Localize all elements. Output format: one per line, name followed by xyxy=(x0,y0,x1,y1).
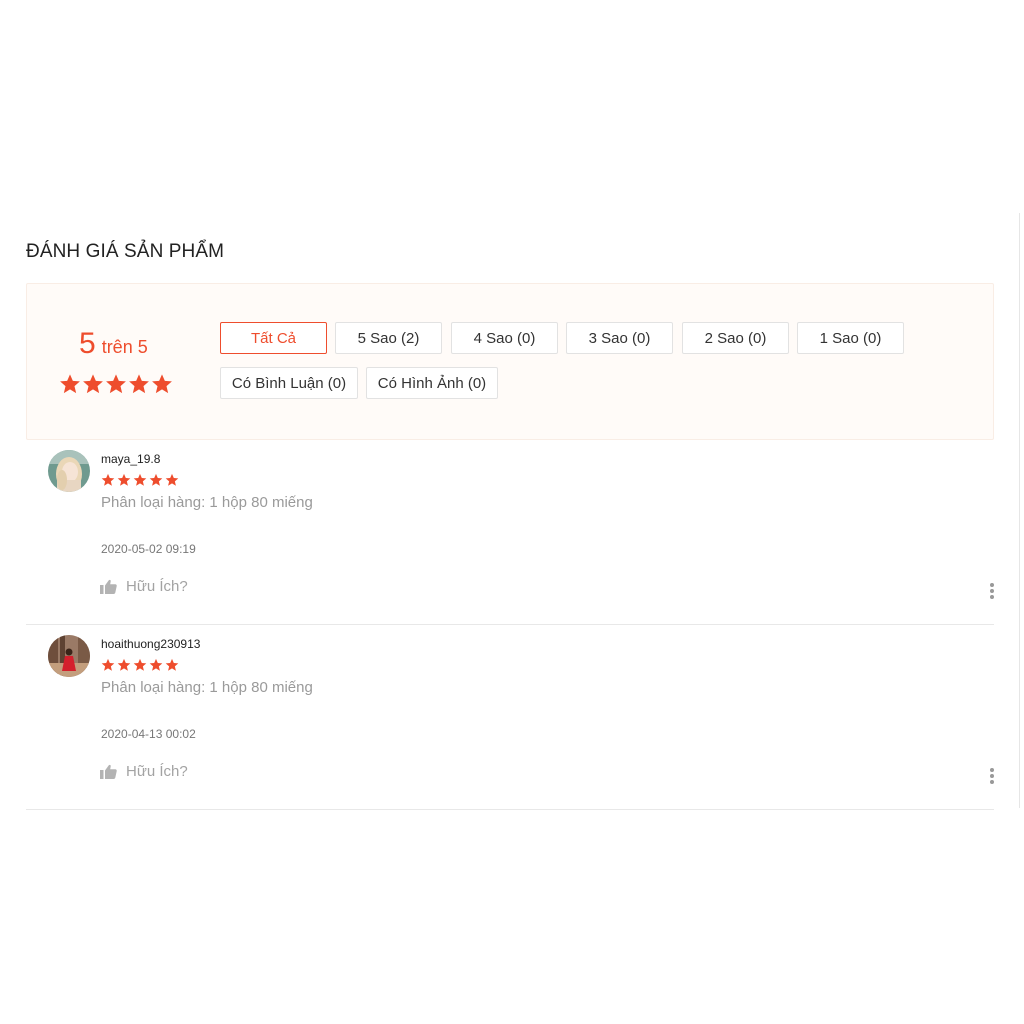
star-icon xyxy=(165,658,179,671)
thumbs-up-icon xyxy=(100,579,117,594)
star-icon xyxy=(60,374,80,394)
review-variation: Phân loại hàng: 1 hộp 80 miếng xyxy=(101,679,313,696)
star-icon xyxy=(83,374,103,394)
filter-with-comment-button[interactable]: Có Bình Luận (0) xyxy=(220,367,358,399)
scrollbar-edge xyxy=(1019,213,1020,808)
avatar[interactable] xyxy=(48,635,90,677)
filter-3-star-button[interactable]: 3 Sao (0) xyxy=(566,322,673,354)
rating-overview: 5 trên 5 Tất Cả 5 Sao (2) 4 Sao (0) 3 Sao… xyxy=(26,283,994,440)
filter-5-star-button[interactable]: 5 Sao (2) xyxy=(335,322,442,354)
star-icon xyxy=(106,374,126,394)
avatar-blonde-girl-image xyxy=(48,450,90,492)
star-icon xyxy=(129,374,149,394)
review-item: maya_19.8 Phân loại hàng: 1 hộp 80 miếng… xyxy=(26,440,994,625)
review-time: 2020-04-13 00:02 xyxy=(101,727,196,741)
avatar-red-dress-girl-image xyxy=(48,635,90,677)
helpful-button[interactable]: Hữu Ích? xyxy=(100,763,188,780)
rating-overview-stars xyxy=(59,373,173,395)
star-icon xyxy=(149,658,163,671)
rating-score-suffix: trên 5 xyxy=(101,337,148,357)
star-icon xyxy=(101,658,115,671)
review-variation: Phân loại hàng: 1 hộp 80 miếng xyxy=(101,494,313,511)
star-icon xyxy=(152,374,172,394)
helpful-label: Hữu Ích? xyxy=(126,763,188,780)
star-icon xyxy=(165,473,179,486)
filter-with-media-button[interactable]: Có Hình Ảnh (0) xyxy=(366,367,498,399)
rating-score: 5 trên 5 xyxy=(79,327,148,361)
more-vertical-icon[interactable] xyxy=(982,766,1002,786)
more-vertical-icon[interactable] xyxy=(982,581,1002,601)
review-rating-stars xyxy=(101,658,179,672)
section-title: ĐÁNH GIÁ SẢN PHẨM xyxy=(26,241,225,262)
filter-4-star-button[interactable]: 4 Sao (0) xyxy=(451,322,558,354)
avatar[interactable] xyxy=(48,450,90,492)
star-icon xyxy=(101,473,115,486)
star-icon xyxy=(133,658,147,671)
star-icon xyxy=(133,473,147,486)
review-item: hoaithuong230913 Phân loại hàng: 1 hộp 8… xyxy=(26,625,994,810)
review-username[interactable]: maya_19.8 xyxy=(101,452,160,466)
helpful-label: Hữu Ích? xyxy=(126,578,188,595)
thumbs-up-icon xyxy=(100,764,117,779)
filter-all-button[interactable]: Tất Cả xyxy=(220,322,327,354)
filter-1-star-button[interactable]: 1 Sao (0) xyxy=(797,322,904,354)
review-username[interactable]: hoaithuong230913 xyxy=(101,637,200,651)
rating-score-value: 5 xyxy=(79,327,96,360)
review-time: 2020-05-02 09:19 xyxy=(101,542,196,556)
helpful-button[interactable]: Hữu Ích? xyxy=(100,578,188,595)
star-icon xyxy=(117,473,131,486)
filter-2-star-button[interactable]: 2 Sao (0) xyxy=(682,322,789,354)
review-rating-stars xyxy=(101,473,179,487)
star-icon xyxy=(149,473,163,486)
star-icon xyxy=(117,658,131,671)
